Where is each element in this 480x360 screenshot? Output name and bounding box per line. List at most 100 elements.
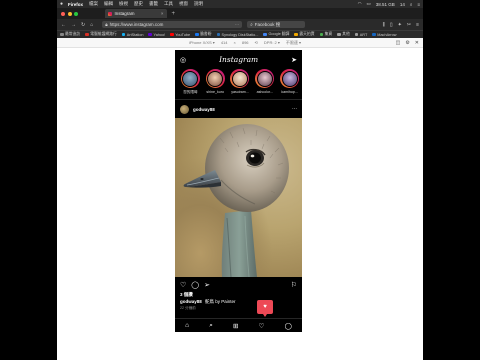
bookmark-favicon-icon [294, 32, 298, 37]
story-item[interactable]: ashcolor... [252, 69, 277, 99]
menu-item-help[interactable]: 說明 [194, 1, 203, 7]
bookmark-item[interactable]: 露天拍賣 [294, 32, 315, 37]
rdm-settings: iPhone X/XS ▾ 414 × 896 ⟲ DPR: 2 ▾ 不限速 ▾ [189, 40, 307, 46]
back-icon[interactable]: ← [61, 22, 66, 28]
tab-close-icon[interactable]: × [161, 11, 164, 16]
battery-icon[interactable]: ▭ [367, 1, 371, 7]
caption-text: 鴕鳥 by Painter [205, 299, 236, 304]
likes-count[interactable]: 3 個讚 [175, 292, 302, 299]
url-bar[interactable]: 🔒︎ https://www.instagram.com ··· [102, 21, 243, 28]
search-bar[interactable]: ⌕ Facebook 搜 [247, 21, 306, 28]
search-field-text[interactable]: Facebook 搜 [255, 22, 281, 28]
ig-header: ◎ Instagram ➤ [175, 50, 302, 69]
bookmark-icon[interactable]: ⚐ [291, 281, 297, 289]
throttle-selector[interactable]: 不限速 ▾ [286, 40, 301, 46]
ostrich-painting [183, 124, 289, 277]
viewport-height-input[interactable]: 896 [242, 40, 249, 45]
bookmark-favicon-icon [60, 32, 64, 37]
page-actions-icon[interactable]: ··· [235, 22, 240, 27]
story-item[interactable]: shine_kuro [203, 69, 228, 99]
sidebar-icon[interactable]: ▯ [390, 22, 393, 28]
forward-icon[interactable]: → [71, 22, 76, 28]
camera-icon[interactable]: ◎ [180, 56, 186, 64]
library-icon[interactable]: ⫼ [383, 22, 385, 28]
profile-icon[interactable]: ◯ [285, 322, 292, 330]
bookmark-item[interactable]: YouTube [170, 33, 190, 37]
tab-instagram[interactable]: Instagram × [104, 9, 167, 18]
menu-item-tools[interactable]: 工具 [164, 1, 173, 7]
story-name: 您的限時 [183, 89, 198, 94]
home-icon[interactable]: ⌂ [185, 322, 189, 329]
bookmark-label: 臉書粉 [200, 32, 212, 36]
rdm-close-icon[interactable]: ✕ [415, 40, 419, 46]
stories-tray: 您的限時 shine_kuro yasuiram... ashcolor... … [175, 69, 302, 99]
story-item[interactable]: kamihop... [277, 69, 302, 99]
disk-status[interactable]: 38.51 GB [376, 2, 395, 7]
bookmark-item[interactable]: 集資 [319, 32, 332, 37]
close-window-button[interactable] [61, 11, 65, 16]
add-post-icon[interactable]: ⊞ [233, 322, 238, 330]
apple-icon[interactable]: ● [60, 1, 63, 7]
bookmark-label: YouTube [175, 32, 191, 37]
activity-icon[interactable]: ♡ [259, 322, 265, 330]
menu-item-window[interactable]: 視窗 [179, 1, 188, 7]
instagram-logo[interactable]: Instagram [219, 55, 258, 64]
story-item[interactable]: yasuiram... [228, 69, 253, 99]
menu-item-view[interactable]: 檢視 [119, 1, 128, 7]
story-name: kamihop... [281, 89, 298, 94]
bookmark-item[interactable]: Synology DiskStatio... [216, 33, 258, 37]
bookmark-favicon-icon [148, 32, 152, 37]
zoom-window-button[interactable] [74, 11, 78, 16]
rdm-settings-icon[interactable]: ⚙ [405, 40, 409, 46]
bookmark-item[interactable]: ArtStation [121, 32, 144, 37]
menu-item-file[interactable]: 檔案 [89, 1, 98, 7]
extension-icon[interactable]: ✦ [398, 22, 402, 28]
window-controls [61, 11, 81, 16]
bookmark-item[interactable]: Yahoo! [148, 33, 165, 37]
menu-app-name[interactable]: Firefox [68, 2, 83, 7]
heart-icon[interactable]: ♡ [180, 281, 186, 289]
bookmark-favicon-icon [354, 32, 359, 37]
search-icon[interactable]: ⌕ [209, 322, 213, 330]
control-center-icon[interactable]: ≡ [417, 2, 420, 7]
reload-icon[interactable]: ↻ [81, 22, 85, 28]
device-selector[interactable]: iPhone X/XS ▾ [189, 40, 215, 45]
url-text[interactable]: https://www.instagram.com [110, 22, 164, 27]
comment-icon[interactable]: ◯ [191, 281, 199, 289]
dpr-selector[interactable]: DPR: 2 ▾ [264, 40, 280, 45]
wifi-icon[interactable]: ◠ [358, 1, 362, 7]
bookmark-favicon-icon [121, 32, 126, 37]
bookmark-label: ArtStation [126, 32, 144, 37]
viewport-width-input[interactable]: 414 [221, 40, 228, 45]
bookmark-item[interactable]: MachArrow [372, 33, 396, 37]
share-icon[interactable]: ➢ [204, 281, 210, 289]
toolbar-icons: ⫼ ▯ ✦ ✂ ≡ [378, 22, 419, 28]
bookmark-item[interactable]: 最常造訪 [60, 32, 80, 37]
post-image[interactable] [175, 118, 302, 277]
send-icon[interactable]: ➤ [291, 56, 297, 64]
avatar[interactable] [180, 104, 189, 114]
home-browser-icon[interactable]: ⌂ [90, 22, 93, 28]
more-icon[interactable]: ··· [292, 106, 297, 112]
bookmark-item[interactable]: Google 翻譯 [263, 32, 289, 37]
new-tab-button[interactable]: + [172, 11, 176, 17]
minimize-window-button[interactable] [67, 11, 72, 16]
menu-item-edit[interactable]: 編輯 [104, 1, 113, 7]
bookmark-item[interactable]: 臉書粉 [195, 32, 212, 37]
bookmark-item[interactable]: 其他 [337, 32, 350, 37]
spotlight-icon[interactable]: ⌕ [410, 2, 413, 7]
notification-badge[interactable]: ♥ [257, 300, 273, 317]
rdm-screenshot-icon[interactable]: ◫ [396, 40, 401, 46]
screenshot-icon[interactable]: ✂ [407, 22, 411, 28]
bookmark-item[interactable]: ART [354, 32, 367, 37]
menu-item-bookmarks[interactable]: 書籤 [149, 1, 158, 7]
hamburger-menu-icon[interactable]: ≡ [416, 22, 419, 28]
menu-item-history[interactable]: 歷史 [134, 1, 143, 7]
clock-text[interactable]: 14 [400, 2, 405, 7]
rotate-icon[interactable]: ⟲ [255, 40, 258, 45]
bookmark-item[interactable]: 電腦維護網路行 [85, 32, 117, 37]
story-item[interactable]: 您的限時 [178, 69, 203, 99]
post-username[interactable]: godway88 [193, 107, 215, 112]
caption-username[interactable]: godway88 [180, 299, 202, 304]
dimension-separator: × [233, 40, 236, 45]
